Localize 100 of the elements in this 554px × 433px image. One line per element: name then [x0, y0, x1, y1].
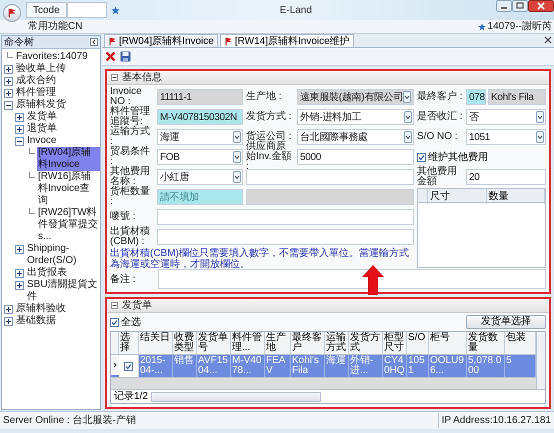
- expand-icon[interactable]: [15, 124, 24, 134]
- column-header[interactable]: 发货方式: [349, 332, 383, 354]
- tree-item[interactable]: 原辅料发货: [15, 99, 67, 111]
- tree-item[interactable]: [RW16]原辅料Invoice查询: [37, 171, 100, 207]
- input-field[interactable]: 20: [466, 169, 546, 185]
- tree-item[interactable]: 退货单: [26, 123, 58, 135]
- table-cell: Kohl's Fila: [291, 355, 325, 377]
- tree-item[interactable]: Invoce: [26, 135, 58, 147]
- user-name[interactable]: 14079--謝昕芮: [488, 19, 552, 34]
- column-header[interactable]: 运输方式: [325, 332, 349, 354]
- name-field[interactable]: Kohl's Fila: [488, 89, 546, 105]
- expand-icon[interactable]: [4, 64, 13, 74]
- expand-icon[interactable]: [15, 244, 24, 254]
- checkbox[interactable]: [110, 318, 119, 326]
- vertical-scrollbar[interactable]: [536, 332, 545, 389]
- select-button[interactable]: 发货单选择: [466, 315, 546, 329]
- field-label: 出貨材積(CBM) :: [110, 227, 151, 247]
- expand-icon[interactable]: [4, 88, 13, 98]
- app-tab[interactable]: Tcode: [26, 2, 67, 18]
- tcode-field[interactable]: [66, 2, 107, 18]
- tree-item[interactable]: Shipping-Order(S/O): [26, 243, 100, 267]
- table-cell: 2015-04-...: [139, 355, 173, 377]
- expand-icon[interactable]: [15, 268, 24, 278]
- tab[interactable]: [RW14]原辅料Invoice维护: [220, 34, 354, 47]
- dropdown-field[interactable]: 台北國際事務處: [297, 129, 414, 145]
- expand-icon[interactable]: [15, 112, 24, 122]
- dropdown-field[interactable]: FOB: [157, 149, 243, 165]
- input-field[interactable]: M-V4078150302N: [157, 109, 243, 125]
- input-field[interactable]: 請不填加: [157, 189, 243, 205]
- dropdown-field[interactable]: 1051: [466, 129, 546, 145]
- save-icon[interactable]: [120, 51, 131, 62]
- tree-item[interactable]: 验收单上传: [15, 63, 67, 75]
- star-icon[interactable]: [110, 6, 120, 14]
- dropdown-icon[interactable]: [233, 151, 241, 163]
- tree-item[interactable]: SBU清關提貨文件: [26, 279, 100, 303]
- dropdown-field[interactable]: 海運: [157, 129, 243, 145]
- checkbox[interactable]: [417, 152, 426, 162]
- input-field[interactable]: [157, 229, 414, 245]
- dropdown-field[interactable]: 小紅唐: [157, 169, 243, 185]
- flag-icon: [108, 36, 117, 46]
- input-field[interactable]: 11111-1: [157, 89, 243, 105]
- tree-item[interactable]: 成衣合约: [15, 75, 57, 87]
- tree-item[interactable]: Favorites:14079: [15, 51, 89, 63]
- collapse-icon[interactable]: [90, 38, 98, 46]
- remarks-field[interactable]: [158, 269, 546, 289]
- expand-icon[interactable]: [15, 280, 24, 290]
- field-label: 其他费用金額: [417, 167, 458, 187]
- dropdown-field[interactable]: 遠東服裝(越南)有限公司: [297, 89, 414, 105]
- dropdown-field[interactable]: 外销-进料加工: [297, 109, 414, 125]
- input-field[interactable]: [246, 189, 414, 205]
- tree-item[interactable]: 基础数据: [15, 315, 57, 327]
- tab[interactable]: [RW04]原辅料Invoice: [104, 34, 218, 47]
- column-header[interactable]: 发货数量: [467, 332, 505, 354]
- horizontal-scrollbar[interactable]: [150, 392, 321, 402]
- collapse-icon[interactable]: [15, 136, 24, 146]
- field-label: 发货方式 :: [246, 112, 293, 122]
- dropdown-icon[interactable]: [536, 131, 544, 143]
- column-header[interactable]: 结关日: [139, 332, 173, 354]
- column-header[interactable]: 选择: [119, 332, 139, 354]
- column-header[interactable]: 柜型尺寸: [383, 332, 407, 354]
- collapse-icon[interactable]: [111, 74, 118, 81]
- tree-item[interactable]: [RW26]TW料件發貨單提交 s...: [37, 207, 100, 243]
- dropdown-icon[interactable]: [403, 91, 412, 103]
- menu-item[interactable]: 常用功能CN: [28, 19, 82, 34]
- close-icon[interactable]: [544, 36, 552, 44]
- expand-icon[interactable]: [4, 304, 13, 314]
- close-icon[interactable]: [528, 0, 554, 12]
- tree-item[interactable]: 出货报表: [26, 267, 68, 279]
- code-field[interactable]: 078: [466, 89, 486, 105]
- column-header[interactable]: S/O: [407, 332, 429, 354]
- dropdown-icon[interactable]: [404, 111, 412, 123]
- minimize-icon[interactable]: [496, 0, 512, 12]
- dropdown-icon[interactable]: [404, 131, 412, 143]
- expand-icon[interactable]: [4, 316, 13, 326]
- column-header[interactable]: 料件管理...: [231, 332, 265, 354]
- column-header[interactable]: 生产地: [265, 332, 291, 354]
- column-header[interactable]: 发货单号: [197, 332, 231, 354]
- dropdown-icon[interactable]: [233, 131, 241, 143]
- column-header[interactable]: 最终客户: [291, 332, 325, 354]
- tree-item[interactable]: 原辅料验收: [15, 303, 67, 315]
- maximize-icon[interactable]: [512, 0, 528, 12]
- collapse-icon[interactable]: [111, 302, 118, 309]
- column-header[interactable]: 柜号: [429, 332, 467, 354]
- tree-item[interactable]: 发货单: [26, 111, 58, 123]
- expand-icon[interactable]: [4, 76, 13, 86]
- up-arrow: [362, 265, 384, 295]
- input-field[interactable]: 5000: [297, 149, 414, 165]
- collapse-icon[interactable]: [4, 100, 13, 110]
- dropdown-icon[interactable]: [233, 171, 241, 183]
- app-logo[interactable]: [3, 4, 21, 22]
- checkbox[interactable]: [124, 362, 133, 370]
- input-field[interactable]: [246, 169, 414, 185]
- dropdown-icon[interactable]: [536, 111, 544, 123]
- sidebar-title: 命令树: [4, 36, 34, 50]
- tree-item[interactable]: [RW04]原辅料Invoice: [37, 147, 100, 171]
- input-field[interactable]: [157, 209, 414, 225]
- dropdown-field[interactable]: 否: [466, 109, 546, 125]
- delete-icon[interactable]: [105, 51, 116, 62]
- tree-item[interactable]: 料件管理: [15, 87, 57, 99]
- column-header[interactable]: 收费类型: [173, 332, 197, 354]
